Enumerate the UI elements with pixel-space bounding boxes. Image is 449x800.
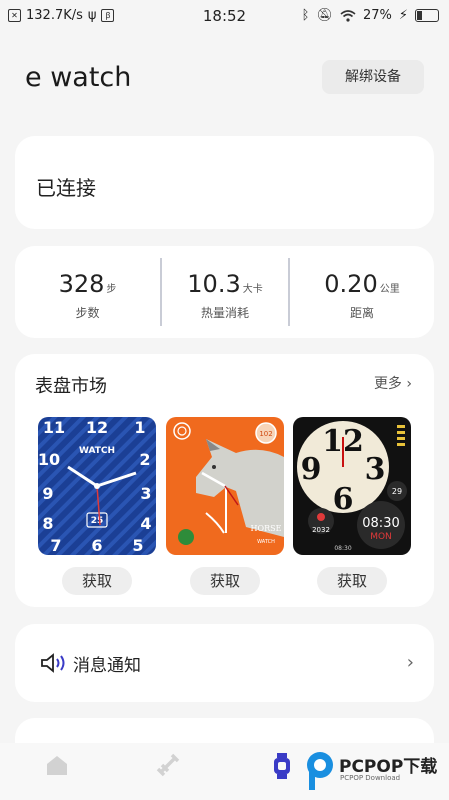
distance-unit: 公里 [379, 284, 400, 295]
wifi-icon [340, 9, 356, 22]
watchface-sport-digital[interactable]: 12 3 6 9 29 2032 08:30 MON 08:30 [293, 417, 411, 555]
get-button[interactable]: 获取 [317, 567, 387, 595]
svg-text:11: 11 [43, 418, 65, 437]
notification-label: 消息通知 [73, 656, 141, 676]
face-date-text: 25 [91, 516, 104, 526]
dumbbell-icon [156, 753, 180, 777]
face-brand-text: WATCH [79, 446, 115, 456]
face-six: 6 [333, 482, 354, 517]
unbind-device-button[interactable]: 解绑设备 [322, 60, 424, 94]
svg-text:1: 1 [134, 418, 145, 437]
face-date: 29 [392, 487, 402, 496]
svg-text:8: 8 [42, 514, 53, 533]
stat-calories: 10.3 大卡 热量消耗 [162, 246, 288, 338]
speaker-icon [41, 653, 65, 673]
tab-sport[interactable] [156, 753, 180, 781]
bluetooth-icon: ᛒ [301, 8, 310, 23]
tab-home[interactable] [45, 753, 69, 781]
svg-text:10: 10 [38, 450, 60, 469]
distance-value: 0.20 [324, 270, 378, 298]
face-three: 3 [365, 452, 386, 487]
svg-text:3: 3 [140, 484, 151, 503]
face-time: 08:30 [362, 516, 399, 531]
svg-text:12: 12 [86, 418, 108, 437]
calories-label: 热量消耗 [200, 306, 249, 320]
charging-icon: ⚡ [398, 8, 408, 23]
calories-unit: 大卡 [242, 284, 263, 295]
connection-card: 已连接 [15, 136, 434, 229]
face-day: MON [370, 532, 392, 542]
steps-value: 328 [58, 270, 105, 298]
get-button[interactable]: 获取 [62, 567, 132, 595]
calories-value: 10.3 [187, 270, 241, 298]
status-bar: ✕ 132.7K/s ψ ꞵ 18:52 ᛒ 🔕︎ 27% ⚡ [0, 0, 449, 32]
chevron-right-icon: › [406, 376, 412, 392]
face-badge-text: 102 [259, 430, 272, 438]
battery-percent: 27% [362, 8, 392, 23]
watch-icon [274, 753, 290, 779]
svg-text:4: 4 [140, 514, 151, 533]
face-footer: 08:30 [334, 545, 351, 552]
face-calories: 2032 [312, 526, 330, 534]
distance-label: 距离 [349, 306, 374, 320]
more-link[interactable]: 更多 › [374, 373, 412, 393]
more-label: 更多 [373, 376, 402, 392]
watermark-logo: PCPOP下载 PCPOP Download [305, 748, 445, 796]
chevron-right-icon: › [406, 652, 414, 673]
stat-steps: 328 步 步数 [15, 246, 160, 338]
steps-label: 步数 [75, 306, 100, 320]
watermark-sub: PCPOP Download [340, 774, 401, 782]
market-title: 表盘市场 [35, 376, 107, 397]
watchface-market-card: 表盘市场 更多 › 11 12 1 10 2 93 84 765 WATCH 25 [15, 354, 434, 607]
svg-text:5: 5 [132, 536, 143, 555]
watchface-blue-analog[interactable]: 11 12 1 10 2 9 3 8 4 7 6 5 WATCH 25 [38, 417, 156, 555]
pcpop-logo-icon [307, 752, 333, 790]
watchface-horse[interactable]: 102 HORSE WATCH [166, 417, 284, 555]
stats-card[interactable]: 328 步 步数 10.3 大卡 热量消耗 0.20 公里 距离 [15, 246, 434, 338]
page-title: e watch [25, 62, 132, 93]
get-button[interactable]: 获取 [190, 567, 260, 595]
battery-icon [415, 9, 439, 22]
face-horse-sub: WATCH [257, 539, 275, 545]
connection-status: 已连接 [36, 176, 96, 200]
svg-text:9: 9 [42, 484, 53, 503]
mute-icon: 🔕︎ [316, 8, 333, 23]
face-horse-text: HORSE [251, 524, 282, 533]
stat-distance: 0.20 公里 距离 [290, 246, 434, 338]
home-icon [47, 756, 67, 775]
face-nine: 9 [301, 452, 322, 487]
svg-text:6: 6 [91, 536, 102, 555]
notification-settings-row[interactable]: 消息通知 › [15, 624, 434, 702]
svg-text:7: 7 [50, 536, 61, 555]
steps-unit: 步 [106, 284, 117, 295]
tab-device[interactable] [272, 753, 292, 783]
svg-text:2: 2 [139, 450, 150, 469]
